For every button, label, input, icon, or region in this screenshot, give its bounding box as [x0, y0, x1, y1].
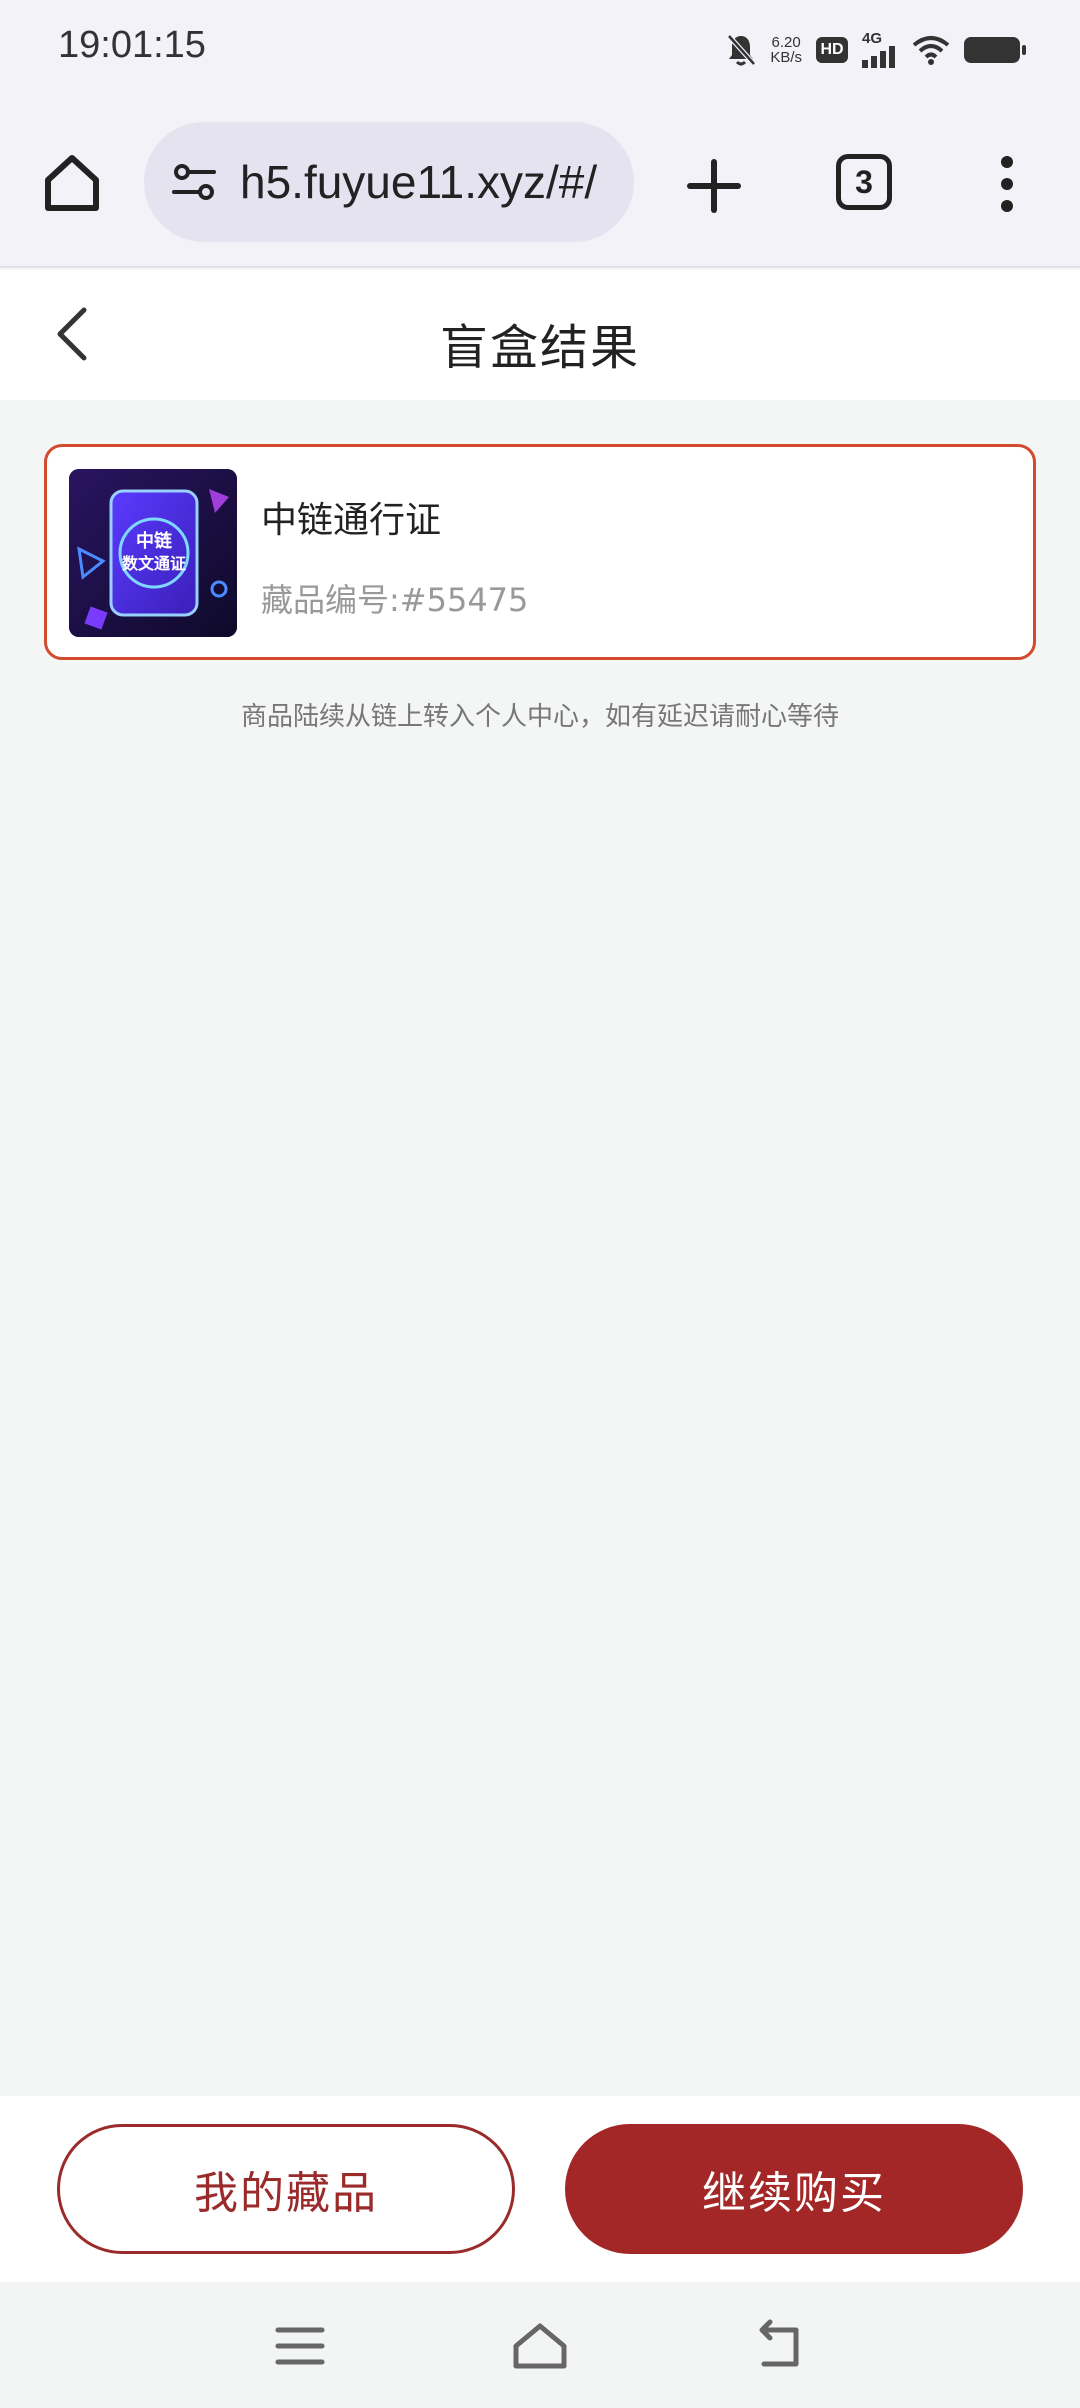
status-bar: 19:01:15 6.20 KB/s HD 4G — [0, 0, 1080, 100]
mute-bell-icon — [727, 34, 757, 66]
more-vert-icon[interactable] — [992, 152, 1022, 216]
nav-back-icon[interactable] — [750, 2318, 810, 2374]
item-thumbnail: 中链 数文通证 — [69, 469, 237, 637]
continue-buy-button[interactable]: 继续购买 — [565, 2124, 1023, 2254]
address-bar[interactable]: h5.fuyue11.xyz/#/ — [144, 122, 634, 242]
wifi-icon — [912, 36, 950, 65]
item-name: 中链通行证 — [261, 500, 442, 541]
hd-badge: HD — [816, 37, 848, 63]
browser-toolbar: h5.fuyue11.xyz/#/ 3 — [0, 100, 1080, 268]
page-title: 盲盒结果 — [439, 320, 640, 376]
site-settings-icon[interactable] — [166, 154, 222, 210]
network-speed: 6.20 KB/s — [770, 35, 802, 65]
nav-home-icon[interactable] — [510, 2318, 570, 2374]
action-bar: 我的藏品 继续购买 — [0, 2096, 1080, 2282]
battery-icon — [964, 37, 1026, 63]
speed-value: 6.20 — [771, 34, 801, 51]
signal-icon — [862, 46, 895, 68]
home-icon[interactable] — [40, 150, 104, 214]
transfer-notice: 商品陆续从链上转入个人中心，如有延迟请耐心等待 — [240, 702, 839, 732]
tab-count-button[interactable]: 3 — [836, 154, 892, 210]
menu-icon[interactable] — [270, 2318, 330, 2374]
plus-icon[interactable] — [680, 152, 748, 220]
thumb-text-line1: 中链 — [136, 530, 173, 552]
page-header: 盲盒结果 — [0, 270, 1080, 400]
network-type: 4G — [862, 30, 883, 47]
url-text[interactable]: h5.fuyue11.xyz/#/ — [240, 155, 597, 209]
system-nav-bar — [0, 2282, 1080, 2408]
result-card[interactable]: 中链 数文通证 中链通行证 藏品编号:#55475 — [44, 444, 1036, 660]
thumb-text-line2: 数文通证 — [122, 554, 186, 573]
collectible-card-image: 中链 数文通证 — [69, 469, 237, 637]
item-code: 藏品编号:#55475 — [261, 581, 529, 619]
my-collection-button[interactable]: 我的藏品 — [57, 2124, 515, 2254]
cellular-signal: 4G — [862, 30, 898, 68]
status-time: 19:01:15 — [58, 24, 206, 66]
status-icons: 6.20 KB/s HD 4G — [726, 28, 1026, 72]
speed-unit: KB/s — [770, 49, 802, 66]
